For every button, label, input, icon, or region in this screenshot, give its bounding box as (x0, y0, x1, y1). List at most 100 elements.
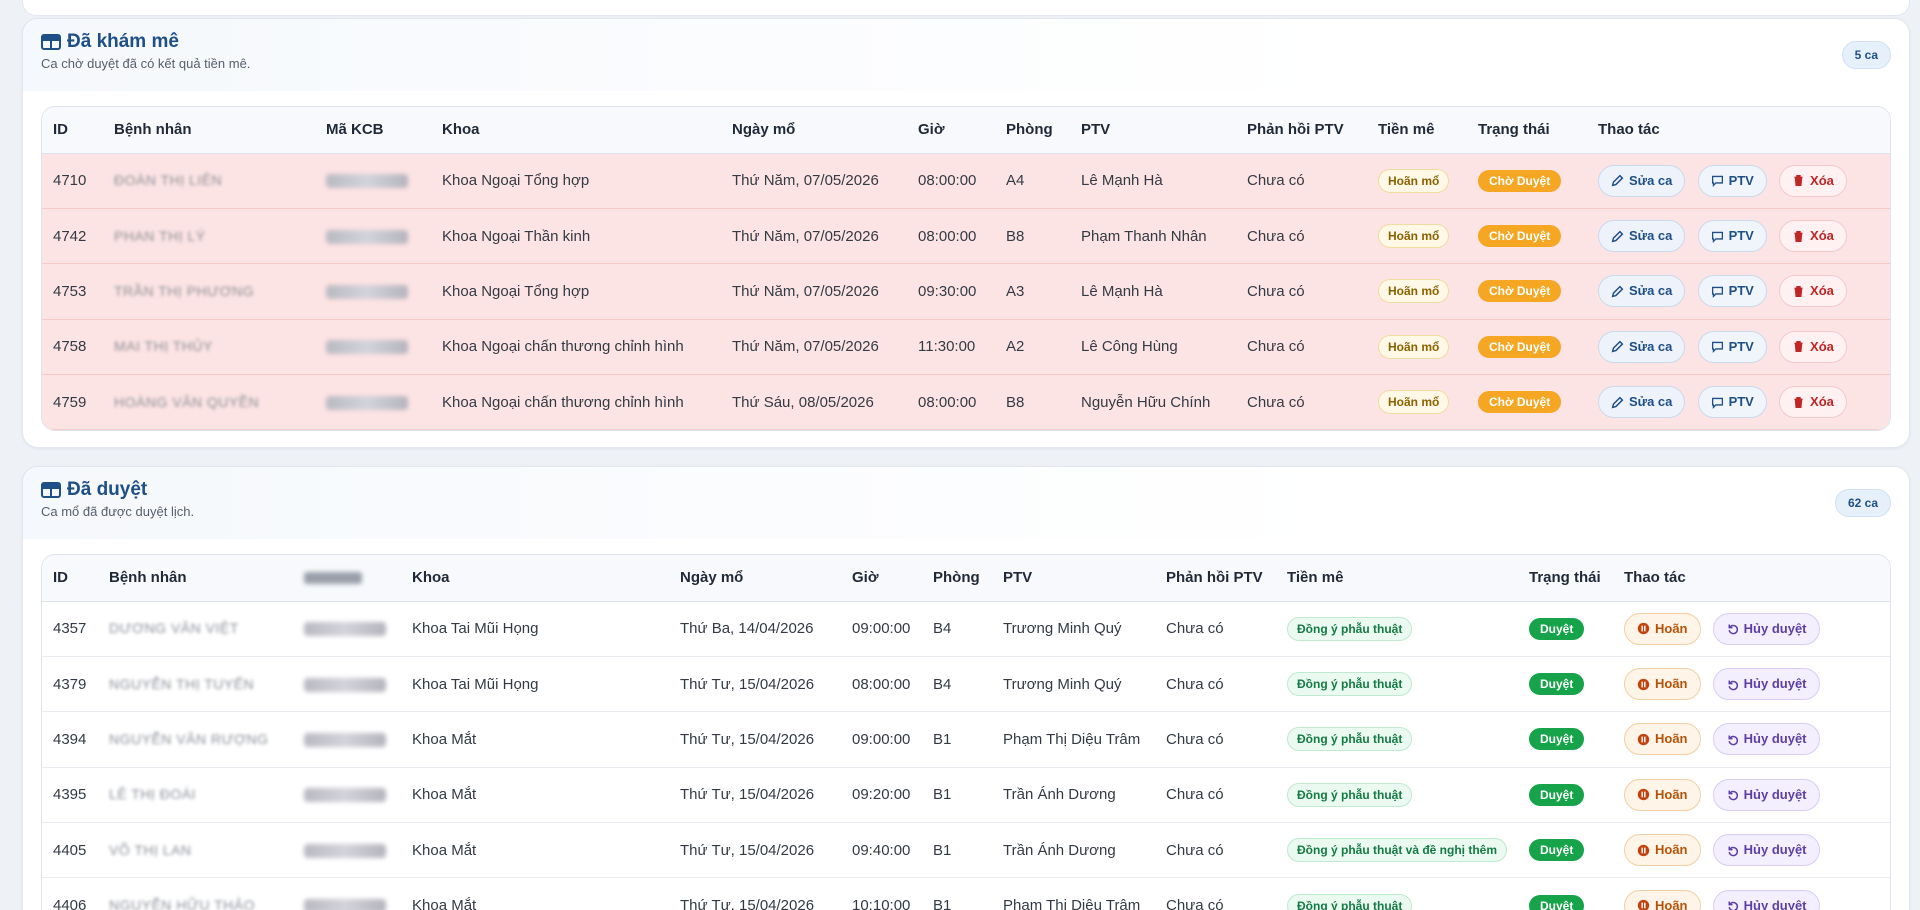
col-id[interactable]: ID (42, 555, 98, 602)
code-redacted (326, 229, 408, 244)
delete-button[interactable]: Xóa (1779, 164, 1847, 197)
postpone-button[interactable]: Hoãn (1624, 723, 1701, 756)
cell-id: 4406 (42, 877, 98, 910)
cell-dept: Khoa Ngoại Thần kinh (431, 208, 721, 265)
delete-button[interactable]: Xóa (1779, 386, 1847, 419)
cell-feedback: Chưa có (1155, 711, 1276, 768)
table-row[interactable]: 4758 MAI THỊ THỦY Khoa Ngoại chấn thương… (42, 319, 1890, 376)
postpone-label: Hoãn (1655, 731, 1688, 747)
ptv-label: PTV (1728, 172, 1754, 188)
approved-header: Đã duyệt Ca mổ đã được duyệt lịch. 62 ca (23, 467, 1909, 539)
col-preop[interactable]: Tiền mê (1367, 107, 1467, 154)
pencil-icon (1611, 340, 1624, 353)
col-date[interactable]: Ngày mổ (721, 107, 907, 154)
cell-feedback: Chưa có (1236, 263, 1367, 320)
unapprove-button[interactable]: Hủy duyệt (1712, 834, 1820, 867)
col-feedback[interactable]: Phản hồi PTV (1236, 107, 1367, 154)
pause-circle-icon (1637, 623, 1650, 635)
postpone-button[interactable]: Hoãn (1624, 612, 1701, 645)
postpone-button[interactable]: Hoãn (1624, 668, 1701, 701)
cell-code (293, 877, 401, 910)
cell-date: Thứ Tư, 15/04/2026 (669, 767, 841, 824)
col-time[interactable]: Giờ (841, 555, 922, 602)
postpone-button[interactable]: Hoãn (1624, 889, 1701, 910)
edit-case-button[interactable]: Sửa ca (1598, 164, 1686, 197)
delete-button[interactable]: Xóa (1779, 220, 1847, 253)
col-patient[interactable]: Bệnh nhân (103, 107, 315, 154)
col-patient[interactable]: Bệnh nhân (98, 555, 293, 602)
code-redacted (326, 174, 408, 189)
unapprove-button[interactable]: Hủy duyệt (1712, 889, 1820, 910)
approved-subtitle: Ca mổ đã được duyệt lịch. (41, 504, 195, 519)
col-status[interactable]: Trạng thái (1467, 107, 1587, 154)
table-row[interactable]: 4357 DƯƠNG VĂN VIỆT Khoa Tai Mũi Họng Th… (42, 601, 1890, 657)
col-status[interactable]: Trạng thái (1518, 555, 1613, 602)
col-surgeon[interactable]: PTV (992, 555, 1155, 602)
col-preop[interactable]: Tiền mê (1276, 555, 1518, 602)
unapprove-button[interactable]: Hủy duyệt (1712, 668, 1820, 701)
pencil-icon (1611, 230, 1624, 242)
edit-case-button[interactable]: Sửa ca (1598, 275, 1686, 308)
unapprove-button[interactable]: Hủy duyệt (1712, 778, 1820, 811)
ptv-button[interactable]: PTV (1697, 275, 1767, 308)
cell-actions: Sửa ca PTV Xóa (1587, 263, 1890, 320)
col-dept[interactable]: Khoa (431, 107, 721, 154)
table-row[interactable]: 4742 PHAN THỊ LÝ Khoa Ngoại Thần kinh Th… (42, 208, 1890, 265)
unapprove-label: Hủy duyệt (1743, 897, 1807, 910)
cell-time: 09:40:00 (841, 822, 922, 879)
cell-time: 08:00:00 (907, 153, 995, 209)
col-time[interactable]: Giờ (907, 107, 995, 154)
col-actions: Thao tác (1613, 555, 1890, 602)
col-dept[interactable]: Khoa (401, 555, 669, 602)
col-room[interactable]: Phòng (922, 555, 992, 602)
approved-table: ID Bệnh nhân Khoa Ngày mổ Giờ Phòng PTV … (42, 555, 1890, 910)
postpone-label: Hoãn (1655, 676, 1688, 692)
col-actions: Thao tác (1587, 107, 1890, 154)
unapprove-label: Hủy duyệt (1743, 676, 1807, 692)
cell-surgeon: Trần Ánh Dương (992, 822, 1155, 879)
table-row[interactable]: 4406 NGUYỄN HỮU THẢO Khoa Mắt Thứ Tư, 15… (42, 877, 1890, 910)
col-date[interactable]: Ngày mổ (669, 555, 841, 602)
col-code[interactable]: Mã KCB (315, 107, 431, 154)
preop-badge: Đồng ý phẫu thuật và đề nghị thêm (1287, 838, 1508, 863)
cell-preop: Hoãn mổ (1367, 263, 1467, 320)
table-row[interactable]: 4395 LÊ THỊ ĐOÁI Khoa Mắt Thứ Tư, 15/04/… (42, 767, 1890, 824)
table-row[interactable]: 4753 TRẦN THỊ PHƯƠNG Khoa Ngoại Tổng hợp… (42, 263, 1890, 320)
col-surgeon[interactable]: PTV (1070, 107, 1236, 154)
cell-time: 09:00:00 (841, 601, 922, 657)
undo-icon (1728, 624, 1738, 635)
col-feedback[interactable]: Phản hồi PTV (1155, 555, 1276, 602)
col-room[interactable]: Phòng (995, 107, 1070, 154)
unapprove-button[interactable]: Hủy duyệt (1712, 723, 1820, 756)
preop-badge: Hoãn mổ (1378, 390, 1450, 415)
cell-date: Thứ Tư, 15/04/2026 (669, 877, 841, 910)
postpone-button[interactable]: Hoãn (1624, 778, 1701, 811)
cell-status: Chờ Duyệt (1467, 263, 1587, 320)
examined-section: Đã khám mê Ca chờ duyệt đã có kết quả ti… (22, 18, 1910, 448)
table-row[interactable]: 4405 VÕ THỊ LAN Khoa Mắt Thứ Tư, 15/04/2… (42, 822, 1890, 879)
table-row[interactable]: 4710 ĐOÀN THỊ LIÊN Khoa Ngoại Tổng hợp T… (42, 153, 1890, 209)
cell-actions: Hoãn Hủy duyệt (1613, 711, 1890, 768)
ptv-button[interactable]: PTV (1697, 386, 1767, 419)
col-code[interactable] (293, 555, 401, 602)
cell-room: B1 (922, 877, 992, 910)
pause-circle-icon (1637, 899, 1650, 910)
postpone-button[interactable]: Hoãn (1624, 834, 1701, 867)
edit-case-button[interactable]: Sửa ca (1598, 220, 1686, 253)
unapprove-button[interactable]: Hủy duyệt (1712, 612, 1820, 645)
table-row[interactable]: 4394 NGUYỄN VĂN RƯỢNG Khoa Mắt Thứ Tư, 1… (42, 711, 1890, 768)
ptv-button[interactable]: PTV (1697, 164, 1767, 197)
cell-room: A2 (995, 319, 1070, 376)
ptv-button[interactable]: PTV (1697, 330, 1767, 363)
cell-actions: Hoãn Hủy duyệt (1613, 822, 1890, 879)
edit-case-button[interactable]: Sửa ca (1598, 330, 1686, 363)
patient-name-redacted: NGUYỄN HỮU THẢO (109, 897, 255, 910)
delete-button[interactable]: Xóa (1779, 330, 1847, 363)
table-row[interactable]: 4759 HOÀNG VĂN QUYỀN Khoa Ngoại chấn thư… (42, 374, 1890, 430)
col-id[interactable]: ID (42, 107, 103, 154)
delete-button[interactable]: Xóa (1779, 275, 1847, 308)
edit-case-button[interactable]: Sửa ca (1598, 386, 1686, 419)
cell-preop: Đồng ý phẫu thuật (1276, 656, 1518, 713)
table-row[interactable]: 4379 NGUYỄN THỊ TUYẾN Khoa Tai Mũi Họng … (42, 656, 1890, 713)
ptv-button[interactable]: PTV (1697, 220, 1767, 253)
